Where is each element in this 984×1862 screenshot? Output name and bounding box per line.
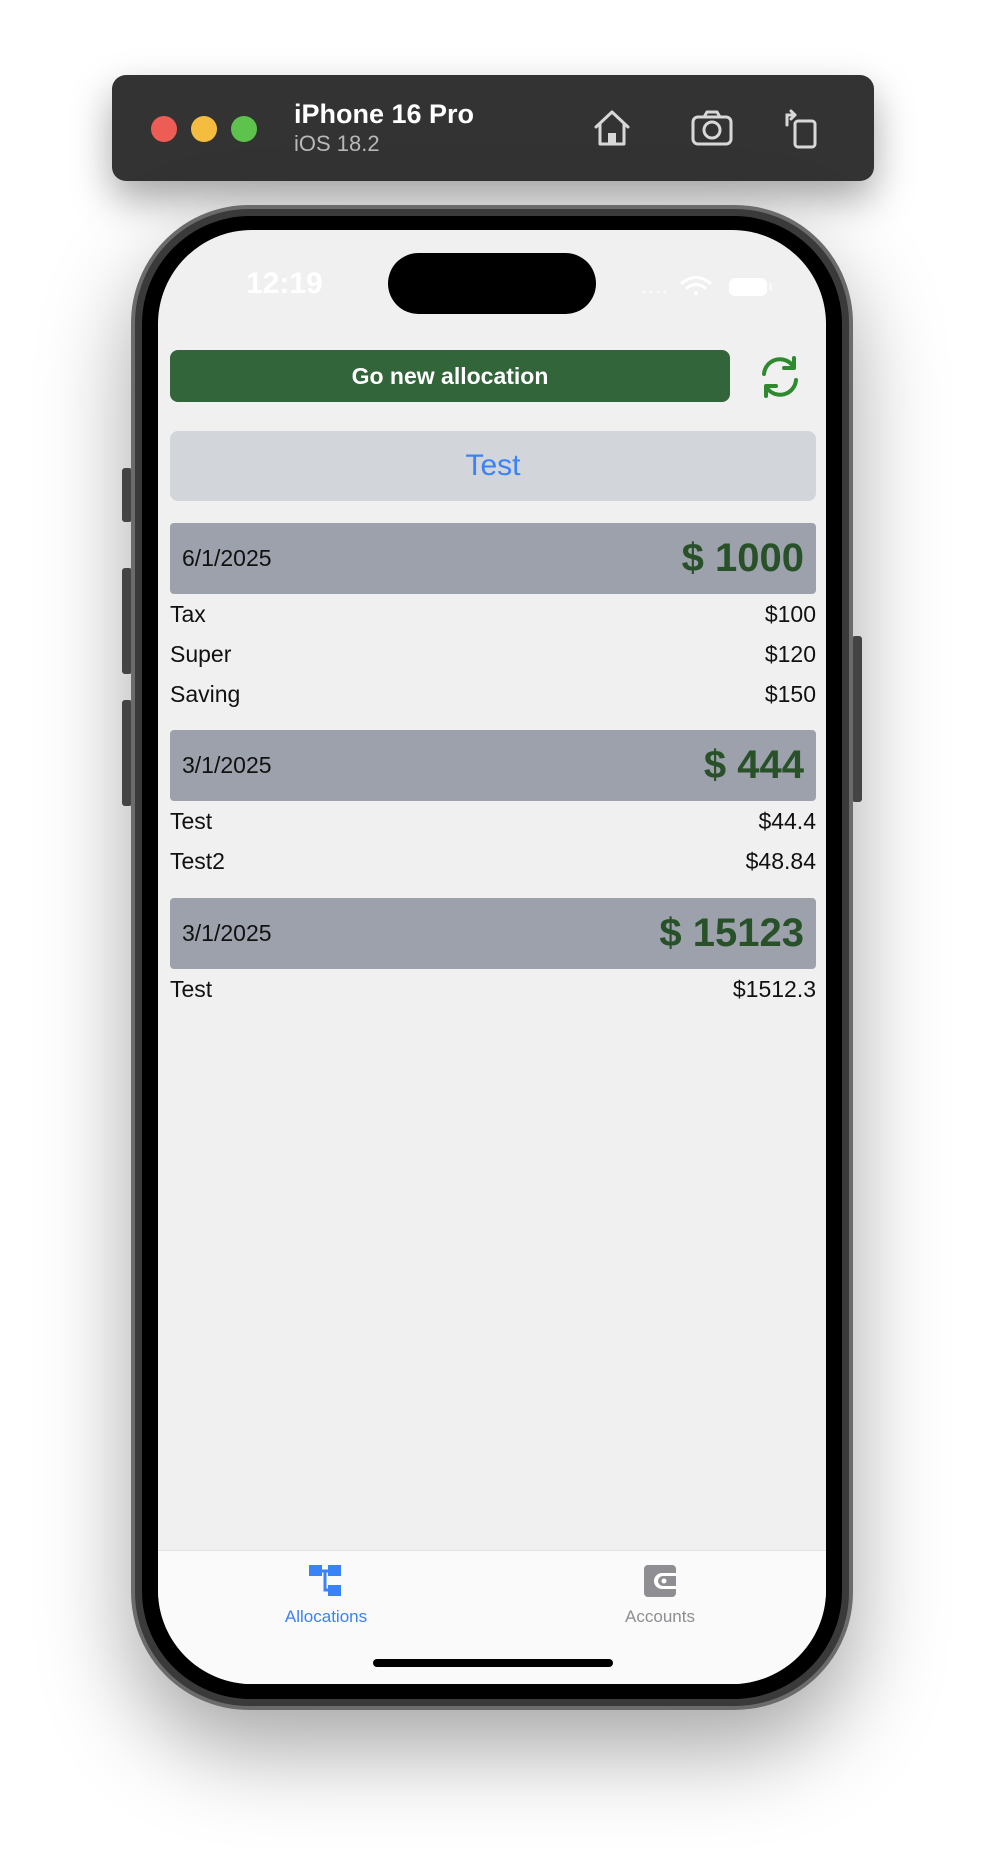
allocation-date: 6/1/2025 bbox=[182, 545, 272, 571]
allocation-item-name: Super bbox=[170, 640, 232, 667]
allocation-card: 3/1/2025 $ 15123 Test $1512.3 bbox=[170, 898, 816, 1009]
refresh-icon[interactable] bbox=[756, 354, 804, 400]
screenshot-icon[interactable] bbox=[687, 103, 737, 153]
tab-accounts[interactable]: Accounts bbox=[590, 1561, 730, 1627]
allocation-item: Test $1512.3 bbox=[170, 969, 816, 1009]
allocation-item-name: Tax bbox=[170, 600, 206, 627]
zoom-window-button[interactable] bbox=[231, 116, 257, 142]
allocation-header[interactable]: 3/1/2025 $ 15123 bbox=[170, 898, 816, 969]
group-title-button[interactable]: Test bbox=[170, 431, 816, 501]
wifi-icon bbox=[680, 276, 712, 295]
cellular-signal-icon bbox=[642, 290, 667, 294]
allocation-card: 6/1/2025 $ 1000 Tax $100 Super $120 Savi… bbox=[170, 523, 816, 714]
status-indicators bbox=[638, 270, 778, 300]
home-icon[interactable] bbox=[587, 103, 637, 153]
allocation-item: Test $44.4 bbox=[170, 801, 816, 841]
allocation-item: Saving $150 bbox=[170, 674, 816, 714]
allocation-header[interactable]: 6/1/2025 $ 1000 bbox=[170, 523, 816, 594]
allocation-date: 3/1/2025 bbox=[182, 752, 272, 778]
allocation-item-name: Test2 bbox=[170, 847, 225, 874]
allocation-item-name: Test bbox=[170, 807, 213, 834]
power-button bbox=[852, 636, 862, 802]
allocation-total: $ 15123 bbox=[659, 911, 804, 955]
home-indicator[interactable] bbox=[373, 1659, 613, 1667]
minimize-window-button[interactable] bbox=[191, 116, 217, 142]
simulator-device-name: iPhone 16 Pro bbox=[294, 99, 475, 129]
dynamic-island bbox=[388, 253, 596, 314]
allocation-date: 3/1/2025 bbox=[182, 920, 272, 946]
tab-allocations-label: Allocations bbox=[284, 1607, 368, 1626]
allocation-header[interactable]: 3/1/2025 $ 444 bbox=[170, 730, 816, 801]
rotate-icon[interactable] bbox=[777, 103, 827, 153]
allocation-total: $ 444 bbox=[703, 743, 804, 787]
allocation-card: 3/1/2025 $ 444 Test $44.4 Test2 $48.84 bbox=[170, 730, 816, 881]
allocation-item-amount: $120 bbox=[764, 640, 816, 667]
allocation-item-amount: $44.4 bbox=[758, 807, 816, 834]
tab-allocations[interactable]: Allocations bbox=[256, 1561, 396, 1627]
allocation-item-amount: $48.84 bbox=[745, 847, 816, 874]
phone-screen: 12:19 Go new allocation Test 6/1/2025 $ … bbox=[158, 230, 826, 1684]
allocation-item: Tax $100 bbox=[170, 594, 816, 634]
allocation-item: Test2 $48.84 bbox=[170, 841, 816, 881]
close-window-button[interactable] bbox=[151, 116, 177, 142]
tab-accounts-label: Accounts bbox=[625, 1607, 695, 1626]
allocation-total: $ 1000 bbox=[681, 536, 804, 580]
allocations-icon bbox=[309, 1565, 341, 1596]
status-time: 12:19 bbox=[246, 267, 323, 300]
allocation-item-name: Test bbox=[170, 975, 213, 1002]
allocation-item: Super $120 bbox=[170, 634, 816, 674]
go-new-allocation-button[interactable]: Go new allocation bbox=[170, 350, 730, 402]
wallet-icon bbox=[644, 1565, 676, 1597]
battery-icon bbox=[729, 278, 772, 296]
allocation-item-amount: $100 bbox=[764, 600, 816, 627]
allocation-item-amount: $150 bbox=[764, 680, 816, 707]
simulator-title-bar: iPhone 16 Pro iOS 18.2 bbox=[112, 75, 874, 181]
allocation-item-amount: $1512.3 bbox=[732, 975, 816, 1002]
simulator-os-version: iOS 18.2 bbox=[294, 131, 380, 156]
allocation-item-name: Saving bbox=[170, 680, 241, 707]
